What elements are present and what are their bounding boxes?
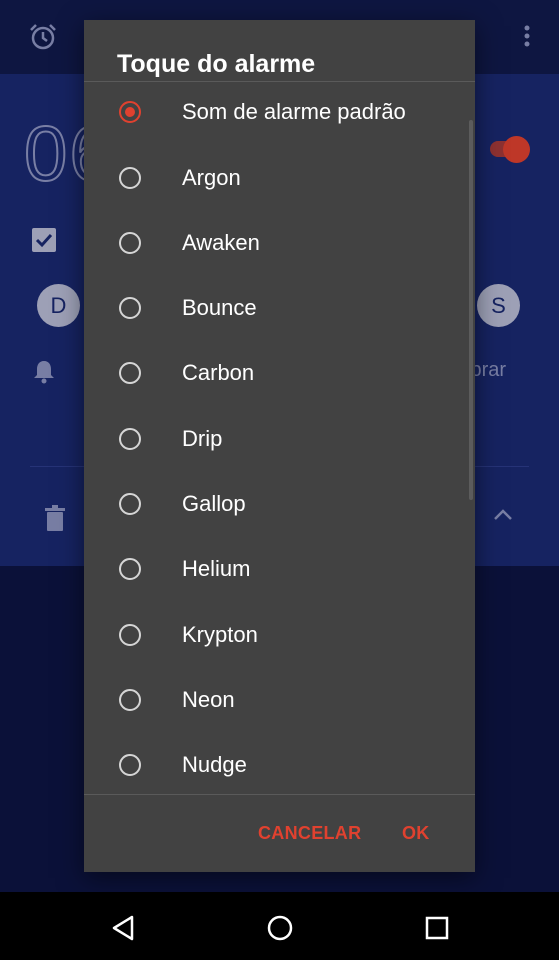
cancel-button[interactable]: CANCELAR <box>258 823 361 844</box>
home-circle-icon[interactable] <box>266 914 294 942</box>
option-label: Bounce <box>182 295 257 320</box>
radio-unselected-icon[interactable] <box>119 362 141 384</box>
ringtone-option-list[interactable]: Som de alarme padrão Argon Awaken Bounce… <box>84 82 475 794</box>
list-scrollbar[interactable] <box>469 120 473 500</box>
option-label: Gallop <box>182 491 246 516</box>
radio-unselected-icon[interactable] <box>119 624 141 646</box>
radio-unselected-icon[interactable] <box>119 167 141 189</box>
radio-unselected-icon[interactable] <box>119 297 141 319</box>
radio-unselected-icon[interactable] <box>119 754 141 776</box>
back-triangle-icon[interactable] <box>110 914 136 942</box>
radio-unselected-icon[interactable] <box>119 428 141 450</box>
radio-unselected-icon[interactable] <box>119 689 141 711</box>
recents-square-icon[interactable] <box>425 916 449 940</box>
option-label: Krypton <box>182 622 258 647</box>
option-label: Neon <box>182 687 235 712</box>
option-label: Carbon <box>182 360 255 385</box>
option-label: Awaken <box>182 230 260 255</box>
ok-button[interactable]: OK <box>402 823 430 844</box>
option-label: Helium <box>182 556 251 581</box>
radio-unselected-icon[interactable] <box>119 493 141 515</box>
option-label: Som de alarme padrão <box>182 99 406 124</box>
radio-unselected-icon[interactable] <box>119 558 141 580</box>
option-label: Argon <box>182 165 241 190</box>
dialog-title: Toque do alarme <box>117 50 316 78</box>
option-label: Drip <box>182 426 223 451</box>
radio-unselected-icon[interactable] <box>119 232 141 254</box>
option-label: Nudge <box>182 752 247 777</box>
actions-divider <box>84 794 475 795</box>
ringtone-dialog: Toque do alarme Som de alarme padrão Arg… <box>84 20 475 872</box>
radio-selected-icon[interactable] <box>119 101 141 123</box>
